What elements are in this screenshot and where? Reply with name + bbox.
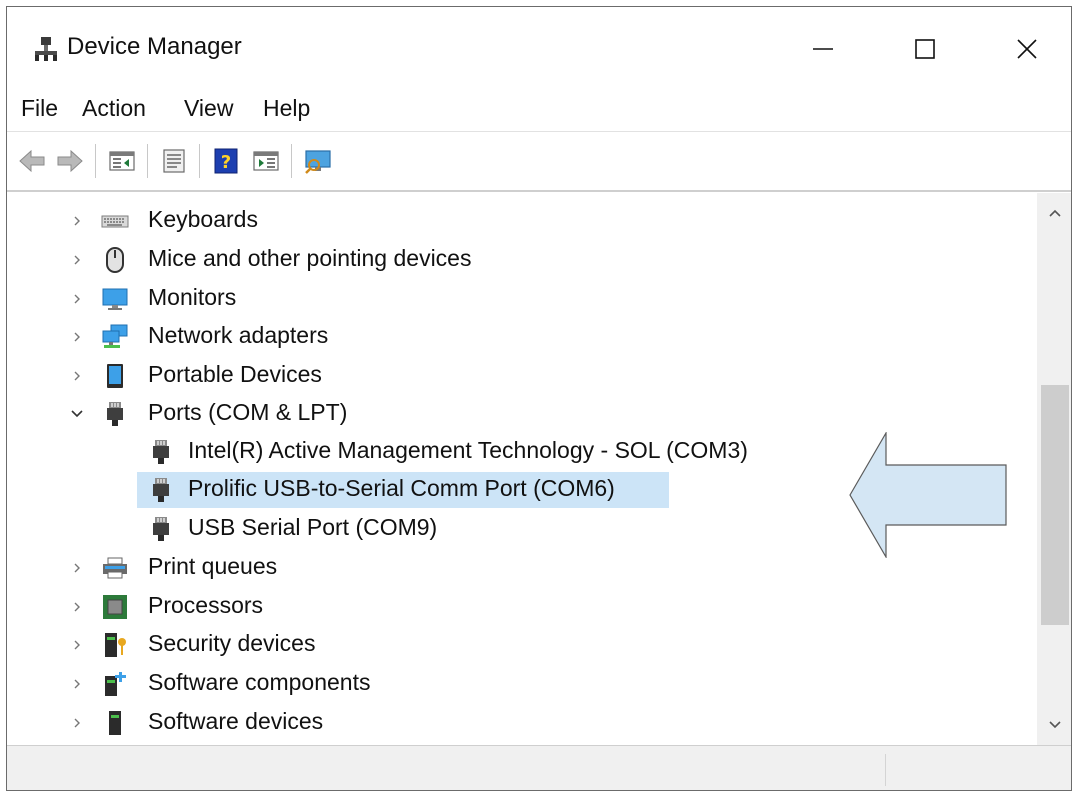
toolbar-separator — [291, 144, 292, 178]
tree-item-label: Intel(R) Active Management Technology - … — [188, 437, 748, 463]
software-component-icon — [105, 672, 126, 696]
tree-item-label: Monitors — [148, 284, 237, 310]
printer-icon — [103, 557, 127, 579]
port-icon — [153, 478, 169, 502]
help-icon[interactable]: ? — [211, 146, 241, 176]
tree-item-label: Portable Devices — [148, 361, 322, 387]
expand-chevron-icon[interactable] — [65, 319, 89, 355]
chevron-down-icon — [1049, 721, 1061, 729]
toolbar-separator — [147, 144, 148, 178]
software-device-icon — [109, 711, 121, 735]
tree-item-label: Mice and other pointing devices — [148, 245, 472, 271]
tree-item-label: Keyboards — [148, 206, 258, 232]
expand-chevron-icon[interactable] — [65, 242, 89, 278]
expand-chevron-icon[interactable] — [65, 203, 89, 239]
properties-icon[interactable] — [159, 146, 189, 176]
mouse-icon — [106, 247, 124, 273]
tree-item-monitors[interactable]: Monitors — [7, 281, 1037, 317]
show-hide-console-tree-icon[interactable] — [107, 146, 137, 176]
collapse-chevron-icon[interactable] — [65, 396, 89, 432]
tree-item-label: Prolific USB-to-Serial Comm Port (COM6) — [188, 475, 615, 501]
device-manager-icon — [35, 37, 57, 61]
tree-item-security-devices[interactable]: Security devices — [7, 627, 1037, 663]
port-icon — [107, 402, 123, 426]
tree-item-label: USB Serial Port (COM9) — [188, 514, 438, 540]
menu-bar: File Action View Help — [7, 83, 1071, 132]
tree-item-processors[interactable]: Processors — [7, 589, 1037, 625]
expand-chevron-icon[interactable] — [65, 550, 89, 586]
forward-icon[interactable] — [55, 146, 85, 176]
expand-chevron-icon[interactable] — [65, 281, 89, 317]
update-driver-icon[interactable] — [251, 146, 281, 176]
device-manager-window: Device Manager File Action View Help ? K… — [6, 6, 1072, 791]
back-icon[interactable] — [17, 146, 47, 176]
menu-file[interactable]: File — [21, 95, 58, 122]
toolbar-separator — [199, 144, 200, 178]
keyboard-icon — [101, 215, 129, 228]
status-bar — [7, 745, 1071, 790]
close-icon — [1017, 39, 1037, 59]
scan-hardware-icon[interactable] — [303, 146, 333, 176]
expand-chevron-icon[interactable] — [65, 705, 89, 741]
tree-item-label: Software devices — [148, 708, 324, 734]
minimize-icon — [813, 48, 833, 50]
svg-text:?: ? — [221, 152, 231, 173]
port-icon — [153, 440, 169, 464]
expand-chevron-icon[interactable] — [65, 358, 89, 394]
menu-help[interactable]: Help — [263, 95, 310, 122]
tree-item-network-adapters[interactable]: Network adapters — [7, 319, 1037, 355]
menu-action[interactable]: Action — [82, 95, 146, 122]
tree-item-mice[interactable]: Mice and other pointing devices — [7, 242, 1037, 278]
tree-item-software-devices[interactable]: Software devices — [7, 705, 1037, 741]
window-title: Device Manager — [67, 33, 242, 60]
monitor-icon — [102, 288, 128, 310]
status-bar-separator — [885, 754, 886, 786]
expand-chevron-icon[interactable] — [65, 627, 89, 663]
tree-item-portable-devices[interactable]: Portable Devices — [7, 358, 1037, 394]
close-button[interactable] — [987, 17, 1067, 81]
annotation-arrow-icon — [849, 432, 1007, 558]
tree-item-label: Security devices — [148, 630, 316, 656]
title-bar: Device Manager — [7, 7, 1071, 83]
scroll-down-button[interactable] — [1037, 705, 1071, 745]
tree-item-label: Processors — [148, 592, 264, 618]
scrollbar-thumb[interactable] — [1041, 385, 1069, 625]
tree-item-label: Software components — [148, 669, 371, 695]
portable-device-icon — [107, 364, 123, 388]
maximize-button[interactable] — [885, 17, 965, 81]
tree-item-keyboards[interactable]: Keyboards — [7, 203, 1037, 239]
tree-item-software-components[interactable]: Software components — [7, 666, 1037, 702]
port-icon — [153, 517, 169, 541]
network-adapter-icon — [102, 324, 128, 348]
minimize-button[interactable] — [783, 17, 863, 81]
chevron-up-icon — [1049, 209, 1061, 217]
tree-item-label: Ports (COM & LPT) — [148, 399, 348, 425]
tree-item-label: Print queues — [148, 553, 278, 579]
security-device-icon — [105, 633, 126, 657]
tree-item-ports[interactable]: Ports (COM & LPT) — [7, 396, 1037, 432]
vertical-scrollbar[interactable] — [1037, 193, 1071, 745]
scroll-up-button[interactable] — [1037, 193, 1071, 233]
toolbar: ? — [7, 132, 1071, 192]
menu-view[interactable]: View — [184, 95, 233, 122]
processor-icon — [103, 595, 127, 619]
expand-chevron-icon[interactable] — [65, 589, 89, 625]
tree-item-label: Network adapters — [148, 322, 329, 348]
expand-chevron-icon[interactable] — [65, 666, 89, 702]
maximize-icon — [915, 39, 935, 59]
toolbar-separator — [95, 144, 96, 178]
